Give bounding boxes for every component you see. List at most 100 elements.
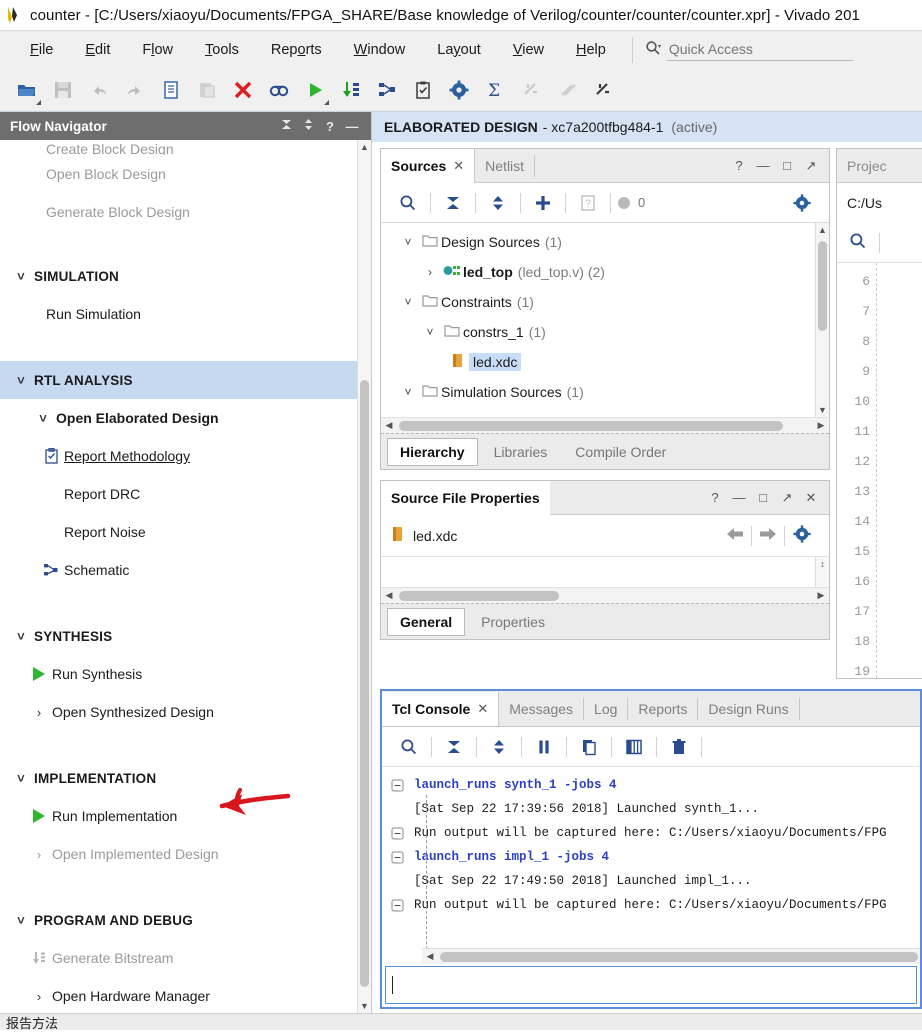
sidebar-section-program-and-debug[interactable]: ˅ PROGRAM AND DEBUG bbox=[0, 901, 357, 939]
scrollbar-thumb[interactable] bbox=[399, 420, 783, 431]
settings-icon[interactable] bbox=[785, 188, 819, 218]
collapse-toggle-icon[interactable] bbox=[382, 779, 412, 792]
sidebar-section-implementation[interactable]: ˅ IMPLEMENTATION bbox=[0, 759, 357, 797]
quick-access-area[interactable] bbox=[645, 38, 853, 61]
scrollbar-thumb[interactable] bbox=[360, 380, 369, 987]
tab-messages[interactable]: Messages bbox=[499, 692, 583, 726]
scroll-up-icon[interactable]: ▲ bbox=[816, 223, 829, 237]
back-arrow-icon[interactable] bbox=[719, 527, 751, 544]
sidebar-item-run-synthesis[interactable]: Run Synthesis bbox=[0, 655, 357, 693]
tab-design-runs[interactable]: Design Runs bbox=[698, 692, 798, 726]
minimize-icon[interactable]: — bbox=[753, 158, 773, 173]
scrollbar-thumb[interactable] bbox=[440, 951, 918, 962]
menu-reports[interactable]: Reports bbox=[255, 38, 338, 62]
search-icon[interactable] bbox=[391, 188, 425, 218]
table-icon[interactable] bbox=[617, 732, 651, 762]
tab-libraries[interactable]: Libraries bbox=[482, 439, 560, 465]
sidebar-item-run-implementation[interactable]: Run Implementation bbox=[0, 797, 357, 835]
tree-row-led-top[interactable]: › led_top (led_top.v) (2) bbox=[381, 257, 815, 287]
close-icon[interactable]: ✕ bbox=[801, 490, 821, 506]
menu-flow[interactable]: Flow bbox=[126, 38, 189, 62]
generate-bitstream-icon[interactable] bbox=[334, 73, 368, 107]
collapse-toggle-icon[interactable] bbox=[382, 899, 412, 912]
scroll-down-icon[interactable]: ▼ bbox=[358, 999, 371, 1013]
sources-horizontal-scrollbar[interactable]: ◀ ▶ bbox=[381, 417, 829, 433]
chevron-right-icon[interactable]: › bbox=[419, 265, 441, 279]
scroll-left-icon[interactable]: ◀ bbox=[381, 590, 397, 601]
sidebar-item-open-implemented-design[interactable]: › Open Implemented Design bbox=[0, 835, 357, 873]
find-icon[interactable] bbox=[262, 73, 296, 107]
collapse-toggle-icon[interactable] bbox=[382, 827, 412, 840]
scroll-right-icon[interactable]: ▶ bbox=[813, 420, 829, 431]
chevron-down-icon[interactable]: ˅ bbox=[397, 295, 419, 309]
tree-row-simulation-sources[interactable]: ˅ Simulation Sources (1) bbox=[381, 377, 815, 407]
report-methodology-icon[interactable] bbox=[406, 73, 440, 107]
tab-sources[interactable]: Sources ✕ bbox=[381, 148, 476, 183]
collapse-toggle-icon[interactable] bbox=[382, 851, 412, 864]
run-icon[interactable] bbox=[298, 73, 332, 107]
maximize-icon[interactable]: □ bbox=[777, 158, 797, 173]
quick-access-input[interactable] bbox=[666, 38, 853, 61]
sidebar-item-open-hardware-manager[interactable]: › Open Hardware Manager bbox=[0, 977, 357, 1013]
search-icon[interactable] bbox=[392, 732, 426, 762]
properties-horizontal-scrollbar[interactable]: ◀ ▶ bbox=[381, 587, 829, 603]
sidebar-section-simulation[interactable]: ˅ SIMULATION bbox=[0, 257, 357, 295]
tab-hierarchy[interactable]: Hierarchy bbox=[387, 437, 478, 466]
tcl-command-input[interactable] bbox=[385, 966, 917, 1004]
scroll-updown-icon[interactable]: ↕ bbox=[816, 557, 829, 571]
scroll-down-icon[interactable]: ▼ bbox=[816, 403, 829, 417]
menu-tools[interactable]: Tools bbox=[189, 38, 255, 62]
chevron-down-icon[interactable]: ˅ bbox=[397, 235, 419, 249]
float-icon[interactable]: ↗ bbox=[801, 158, 821, 174]
sidebar-item-report-methodology[interactable]: Report Methodology bbox=[0, 437, 357, 475]
sidebar-section-rtl-analysis[interactable]: ˅ RTL ANALYSIS bbox=[0, 361, 357, 399]
collapse-all-icon[interactable] bbox=[436, 188, 470, 218]
close-icon[interactable]: ✕ bbox=[453, 158, 464, 174]
scissors-icon[interactable] bbox=[586, 73, 620, 107]
help-icon[interactable]: ? bbox=[729, 158, 749, 173]
properties-vertical-scrollbar[interactable]: ↕ bbox=[815, 557, 829, 587]
flow-navigator-scrollbar[interactable]: ▲ ▼ bbox=[357, 140, 371, 1013]
dropdown-caret-icon[interactable] bbox=[324, 99, 329, 105]
tab-general[interactable]: General bbox=[387, 607, 466, 636]
open-project-icon[interactable] bbox=[10, 73, 44, 107]
collapse-all-icon[interactable] bbox=[275, 118, 297, 134]
tcl-console-output[interactable]: launch_runs synth_1 -jobs 4 [Sat Sep 22 … bbox=[382, 767, 920, 964]
delete-icon[interactable] bbox=[226, 73, 260, 107]
forward-arrow-icon[interactable] bbox=[752, 527, 784, 544]
chevron-down-icon[interactable]: ˅ bbox=[419, 325, 441, 339]
tab-compile-order[interactable]: Compile Order bbox=[563, 439, 678, 465]
copy-icon[interactable] bbox=[154, 73, 188, 107]
sidebar-item-open-synthesized-design[interactable]: › Open Synthesized Design bbox=[0, 693, 357, 731]
tab-log[interactable]: Log bbox=[584, 692, 627, 726]
menu-help[interactable]: Help bbox=[560, 38, 622, 62]
sum-icon[interactable]: Σ bbox=[478, 73, 512, 107]
settings-icon[interactable] bbox=[785, 525, 819, 546]
sidebar-item-run-simulation[interactable]: Run Simulation bbox=[0, 295, 357, 333]
dropdown-caret-icon[interactable] bbox=[36, 99, 41, 105]
menu-edit[interactable]: Edit bbox=[69, 38, 126, 62]
menu-view[interactable]: View bbox=[497, 38, 560, 62]
sources-tree-scrollbar[interactable]: ▲ ▼ bbox=[815, 223, 829, 417]
help-icon[interactable]: ? bbox=[705, 490, 725, 505]
pause-icon[interactable] bbox=[527, 732, 561, 762]
sidebar-item-schematic[interactable]: Schematic bbox=[0, 551, 357, 589]
sidebar-item-open-elaborated-design[interactable]: ˅ Open Elaborated Design bbox=[0, 399, 357, 437]
sidebar-item-generate-bitstream[interactable]: Generate Bitstream bbox=[0, 939, 357, 977]
tab-tcl-console[interactable]: Tcl Console ✕ bbox=[382, 691, 500, 726]
settings-icon[interactable] bbox=[442, 73, 476, 107]
expand-all-icon[interactable] bbox=[482, 732, 516, 762]
sidebar-item-generate-block-design[interactable]: Generate Block Design bbox=[0, 193, 357, 231]
sidebar-item-report-noise[interactable]: Report Noise bbox=[0, 513, 357, 551]
expand-collapse-icon[interactable] bbox=[297, 118, 319, 134]
add-sources-icon[interactable] bbox=[526, 188, 560, 218]
sidebar-item-report-drc[interactable]: Report DRC bbox=[0, 475, 357, 513]
copy-icon[interactable] bbox=[572, 732, 606, 762]
search-icon[interactable] bbox=[849, 232, 867, 253]
schematic-icon[interactable] bbox=[370, 73, 404, 107]
project-summary-header[interactable]: Projec bbox=[837, 149, 922, 183]
menu-layout[interactable]: Layout bbox=[421, 38, 497, 62]
tree-row-design-sources[interactable]: ˅ Design Sources (1) bbox=[381, 227, 815, 257]
tab-reports[interactable]: Reports bbox=[628, 692, 697, 726]
collapse-all-icon[interactable] bbox=[437, 732, 471, 762]
